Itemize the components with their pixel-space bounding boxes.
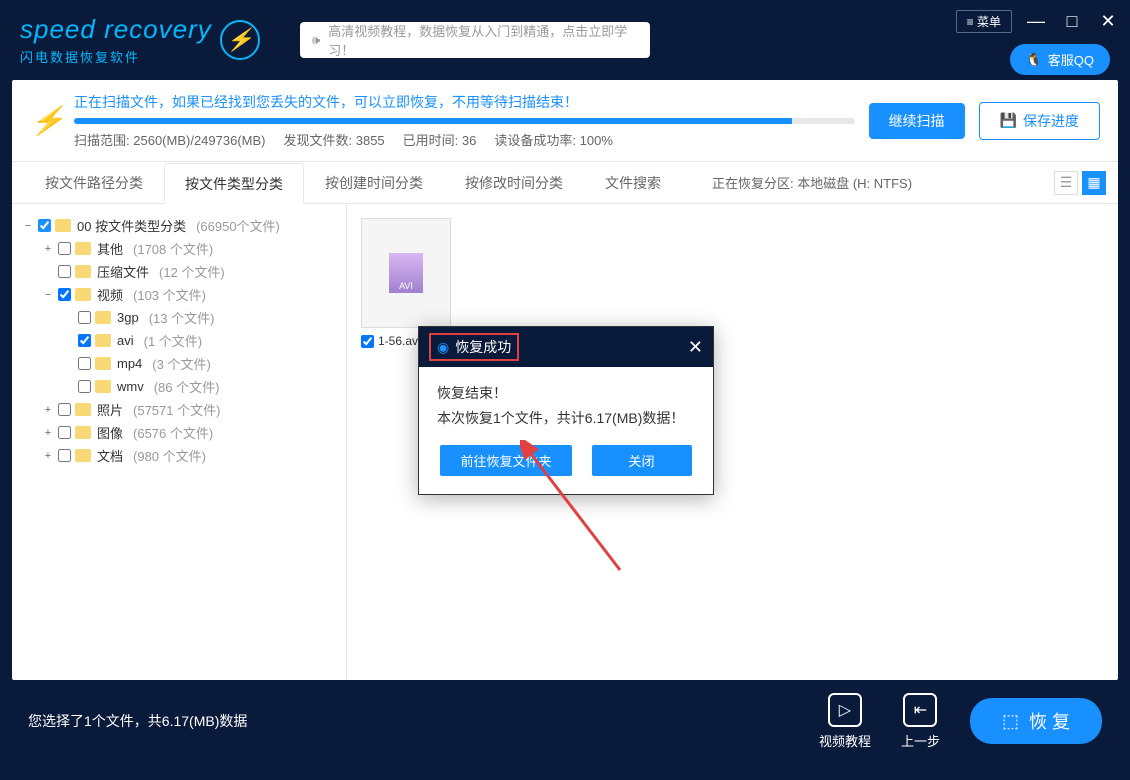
tab-bar: 按文件路径分类 按文件类型分类 按创建时间分类 按修改时间分类 文件搜索 正在恢… (12, 162, 1118, 204)
folder-icon (75, 403, 91, 416)
toggle-icon[interactable]: + (42, 243, 54, 255)
speaker-icon: 🕪 (312, 32, 320, 48)
tree-node[interactable]: 压缩文件(12 个文件) (22, 260, 336, 283)
toggle-icon[interactable]: + (42, 450, 54, 462)
selection-status: 您选择了1个文件，共6.17(MB)数据 (28, 711, 247, 731)
play-icon: ▷ (828, 693, 862, 727)
tab-created[interactable]: 按创建时间分类 (304, 162, 444, 203)
scan-stats: 扫描范围: 2560(MB)/249736(MB) 发现文件数: 3855 已用… (74, 130, 855, 149)
logo-subtitle: 闪电数据恢复软件 (20, 47, 212, 66)
tree-checkbox[interactable] (58, 426, 71, 439)
file-name: 1-56.avi (378, 334, 421, 348)
menu-button[interactable]: ≡ 菜单 (956, 10, 1012, 33)
toggle-icon[interactable]: + (42, 404, 54, 416)
folder-icon (95, 334, 111, 347)
tab-type[interactable]: 按文件类型分类 (164, 163, 304, 204)
dialog-title: ◉ 恢复成功 (429, 333, 519, 361)
recovery-success-dialog: ◉ 恢复成功 ✕ 恢复结束！ 本次恢复1个文件，共计6.17(MB)数据！ 前往… (418, 326, 714, 495)
tree-checkbox[interactable] (58, 449, 71, 462)
goto-folder-button[interactable]: 前往恢复文件夹 (440, 445, 571, 476)
tree-node[interactable]: 3gp(13 个文件) (22, 306, 336, 329)
save-icon: 💾 (1000, 112, 1017, 129)
tab-search[interactable]: 文件搜索 (584, 162, 682, 203)
scan-message: 正在扫描文件，如果已经找到您丢失的文件，可以立即恢复，不用等待扫描结束！ (74, 92, 855, 112)
folder-icon (75, 449, 91, 462)
scan-status-bar: ⚡ 正在扫描文件，如果已经找到您丢失的文件，可以立即恢复，不用等待扫描结束！ 扫… (12, 80, 1118, 162)
folder-icon (75, 288, 91, 301)
dialog-message-2: 本次恢复1个文件，共计6.17(MB)数据！ (437, 406, 695, 431)
list-view-button[interactable]: ☰ (1054, 171, 1078, 195)
tree-root[interactable]: − 00 按文件类型分类 (66950个文件) (22, 214, 336, 237)
tree-node[interactable]: +其他(1708 个文件) (22, 237, 336, 260)
collapse-icon[interactable]: − (22, 220, 34, 232)
promo-text: 高清视频教程，数据恢复从入门到精通，点击立即学习！ (328, 21, 638, 59)
window-controls: ≡ 菜单 — □ ✕ (956, 10, 1120, 33)
dialog-close-button[interactable]: ✕ (688, 337, 703, 358)
tree-node[interactable]: wmv(86 个文件) (22, 375, 336, 398)
footer: 您选择了1个文件，共6.17(MB)数据 ▷ 视频教程 ⇤ 上一步 ⬚ 恢 复 (0, 680, 1130, 762)
tree-checkbox[interactable] (78, 334, 91, 347)
folder-icon (95, 380, 111, 393)
tree-node[interactable]: +照片(57571 个文件) (22, 398, 336, 421)
tree-checkbox[interactable] (78, 357, 91, 370)
save-progress-button[interactable]: 💾 保存进度 (979, 102, 1100, 140)
tree-checkbox[interactable] (58, 265, 71, 278)
maximize-button[interactable]: □ (1060, 11, 1084, 32)
tree-node[interactable]: +文档(980 个文件) (22, 444, 336, 467)
folder-icon (95, 311, 111, 324)
folder-icon (75, 242, 91, 255)
tree-checkbox[interactable] (38, 219, 51, 232)
avi-icon: AVI (389, 253, 423, 293)
tree-checkbox[interactable] (58, 403, 71, 416)
bolt-icon: ⚡ (220, 20, 260, 60)
promo-banner[interactable]: 🕪 高清视频教程，数据恢复从入门到精通，点击立即学习！ (300, 22, 650, 58)
close-button[interactable]: ✕ (1096, 11, 1120, 32)
qq-icon: 🐧 (1026, 52, 1042, 68)
tree-node[interactable]: −视频(103 个文件) (22, 283, 336, 306)
continue-scan-button[interactable]: 继续扫描 (869, 103, 965, 139)
file-checkbox[interactable] (361, 335, 374, 348)
toggle-icon[interactable]: − (42, 289, 54, 301)
tab-modified[interactable]: 按修改时间分类 (444, 162, 584, 203)
toggle-icon[interactable]: + (42, 427, 54, 439)
tab-path[interactable]: 按文件路径分类 (24, 162, 164, 203)
folder-icon (75, 426, 91, 439)
back-button[interactable]: ⇤ 上一步 (901, 693, 940, 750)
logo: speed recovery 闪电数据恢复软件 ⚡ (20, 14, 260, 66)
tree-checkbox[interactable] (58, 242, 71, 255)
recover-icon: ⬚ (1002, 711, 1019, 732)
dialog-message-1: 恢复结束！ (437, 381, 695, 406)
tree-checkbox[interactable] (78, 380, 91, 393)
titlebar: speed recovery 闪电数据恢复软件 ⚡ 🕪 高清视频教程，数据恢复从… (0, 0, 1130, 80)
dialog-close-btn[interactable]: 关闭 (592, 445, 692, 476)
qq-support-button[interactable]: 🐧 客服QQ (1010, 44, 1110, 75)
file-thumbnail: AVI (361, 218, 451, 328)
tree-node[interactable]: +图像(6576 个文件) (22, 421, 336, 444)
tree-node[interactable]: mp4(3 个文件) (22, 352, 336, 375)
grid-view-button[interactable]: ▦ (1082, 171, 1106, 195)
scan-icon: ⚡ (30, 104, 60, 137)
category-tree[interactable]: − 00 按文件类型分类 (66950个文件) +其他(1708 个文件)压缩文… (12, 204, 347, 680)
folder-icon (75, 265, 91, 278)
partition-info: 正在恢复分区: 本地磁盘 (H: NTFS) (712, 173, 912, 192)
minimize-button[interactable]: — (1024, 11, 1048, 32)
back-icon: ⇤ (903, 693, 937, 727)
tutorial-button[interactable]: ▷ 视频教程 (819, 693, 871, 750)
folder-icon (95, 357, 111, 370)
tree-checkbox[interactable] (58, 288, 71, 301)
recover-button[interactable]: ⬚ 恢 复 (970, 698, 1102, 744)
tree-checkbox[interactable] (78, 311, 91, 324)
progress-bar (74, 118, 855, 124)
folder-icon (55, 219, 71, 232)
bolt-icon: ◉ (437, 339, 449, 356)
tree-node[interactable]: avi(1 个文件) (22, 329, 336, 352)
logo-text: speed recovery (20, 14, 212, 45)
